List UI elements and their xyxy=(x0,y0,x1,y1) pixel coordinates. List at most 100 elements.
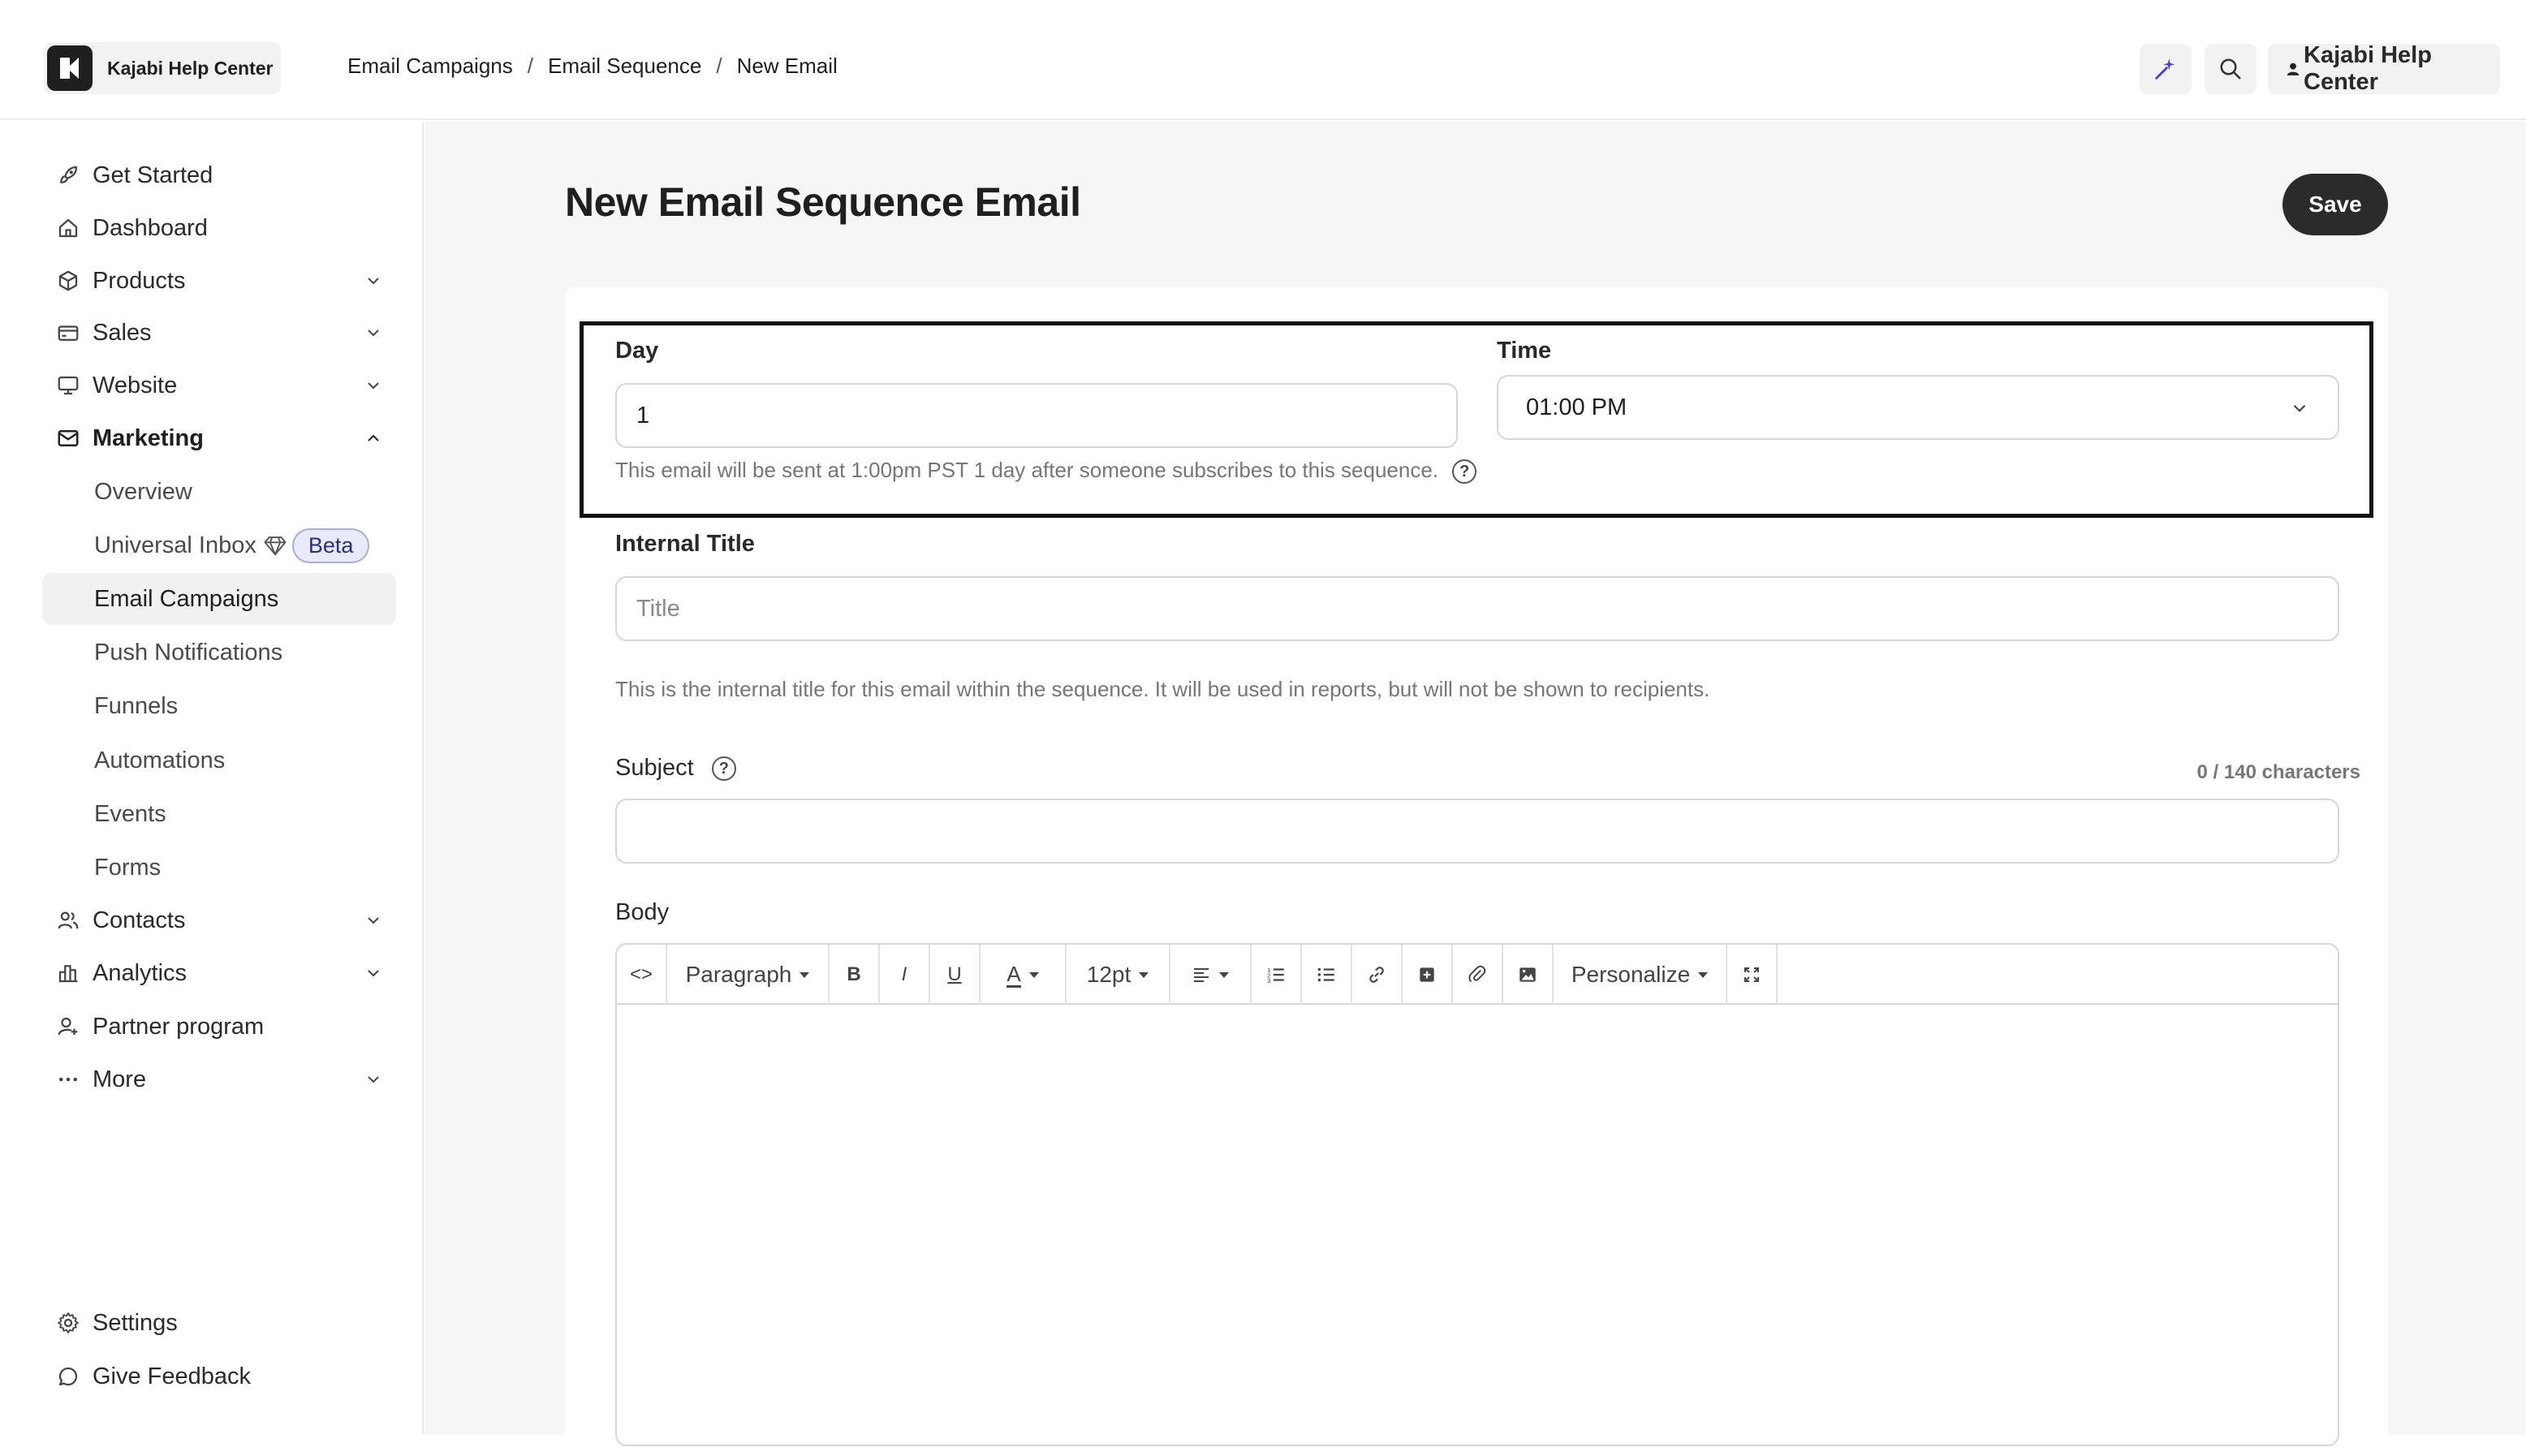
attachment-button[interactable] xyxy=(1453,945,1503,1005)
paragraph-format-dropdown[interactable]: Paragraph xyxy=(667,945,830,1005)
day-input[interactable]: 1 xyxy=(615,383,1458,448)
caret-down-icon xyxy=(1219,971,1229,978)
link-icon xyxy=(1369,967,1384,983)
ordered-list-icon: 123 xyxy=(1267,967,1284,984)
plus-square-icon xyxy=(1420,967,1434,982)
time-select[interactable]: 01:00 PM xyxy=(1497,375,2339,440)
ai-assistant-button[interactable] xyxy=(2140,44,2192,94)
help-icon[interactable]: ? xyxy=(1452,459,1477,485)
search-button[interactable] xyxy=(2205,44,2257,94)
personalize-label: Personalize xyxy=(1571,962,1691,987)
schedule-help-label: This email will be sent at 1:00pm PST 1 … xyxy=(615,458,1439,482)
time-select-value: 01:00 PM xyxy=(1526,394,1627,420)
body-label: Body xyxy=(615,899,670,925)
personalize-dropdown[interactable]: Personalize xyxy=(1554,945,1727,1005)
gear-icon xyxy=(55,1310,81,1336)
sidebar-subitem-funnels[interactable]: Funnels xyxy=(42,680,396,732)
box-icon xyxy=(55,268,81,294)
sidebar-subitem-push-notifications[interactable]: Push Notifications xyxy=(42,627,396,678)
sidebar-item-marketing[interactable]: Marketing xyxy=(42,412,396,464)
sidebar-item-label: Settings xyxy=(93,1309,178,1336)
editor-content-area[interactable] xyxy=(617,1006,2338,1445)
bold-icon: B xyxy=(847,963,861,985)
internal-title-input[interactable]: Title xyxy=(615,576,2339,641)
sidebar-item-dashboard[interactable]: Dashboard xyxy=(42,202,396,254)
sidebar-subitem-email-campaigns[interactable]: Email Campaigns xyxy=(42,573,396,625)
internal-title-label: Internal Title xyxy=(615,531,755,557)
sidebar-item-website[interactable]: Website xyxy=(42,360,396,411)
account-menu[interactable]: Kajabi Help Center xyxy=(2268,42,2500,95)
search-icon xyxy=(2220,58,2241,80)
text-color-button[interactable]: A xyxy=(981,945,1067,1005)
credit-card-icon xyxy=(55,320,81,346)
link-button[interactable] xyxy=(1352,945,1403,1005)
sidebar-item-analytics[interactable]: Analytics xyxy=(42,947,396,999)
paragraph-format-label: Paragraph xyxy=(685,962,792,987)
save-button[interactable]: Save xyxy=(2282,174,2388,235)
sidebar-item-label: Sales xyxy=(93,319,152,346)
sidebar: Get Started Dashboard Products Sales Web… xyxy=(16,122,424,1435)
main-content: New Email Sequence Email Save Day 1 Time… xyxy=(425,122,2526,1456)
fullscreen-button[interactable] xyxy=(1727,945,1778,1005)
sidebar-item-sales[interactable]: Sales xyxy=(42,307,396,359)
user-icon xyxy=(2287,62,2300,75)
bold-button[interactable]: B xyxy=(830,945,880,1005)
breadcrumb: Email Campaigns / Email Sequence / New E… xyxy=(347,54,838,79)
sidebar-item-contacts[interactable]: Contacts xyxy=(42,894,396,946)
bullet-list-button[interactable] xyxy=(1302,945,1352,1005)
body-editor[interactable]: <> Paragraph B I U A 12pt 123 Personaliz… xyxy=(615,943,2339,1446)
beta-badge: Beta xyxy=(291,528,370,563)
align-left-icon xyxy=(1194,968,1209,982)
font-size-dropdown[interactable]: 12pt xyxy=(1067,945,1170,1005)
sidebar-item-products[interactable]: Products xyxy=(42,255,396,307)
kajabi-logo-icon xyxy=(47,45,93,91)
top-bar: Kajabi Help Center Email Campaigns / Ema… xyxy=(0,0,2526,120)
rocket-icon xyxy=(55,162,81,188)
svg-text:3: 3 xyxy=(1267,977,1270,984)
sidebar-item-partner-program[interactable]: Partner program xyxy=(42,1001,396,1053)
sidebar-subitem-events[interactable]: Events xyxy=(42,788,396,840)
sidebar-item-label: Partner program xyxy=(93,1013,265,1040)
subject-input[interactable] xyxy=(615,799,2339,864)
sidebar-item-give-feedback[interactable]: Give Feedback xyxy=(42,1350,396,1402)
sidebar-item-label: Contacts xyxy=(93,907,186,933)
align-dropdown[interactable] xyxy=(1170,945,1252,1005)
chevron-down-icon xyxy=(368,278,379,285)
underline-button[interactable]: U xyxy=(930,945,981,1005)
sparkle-icon xyxy=(2155,58,2175,80)
sidebar-item-get-started[interactable]: Get Started xyxy=(42,149,396,201)
caret-down-icon xyxy=(800,971,810,978)
sidebar-subitem-label: Overview xyxy=(94,478,192,505)
more-horizontal-icon xyxy=(55,1066,81,1092)
insert-block-button[interactable] xyxy=(1403,945,1453,1005)
sidebar-item-more[interactable]: More xyxy=(42,1053,396,1105)
mail-icon xyxy=(55,425,81,451)
sidebar-subitem-label: Push Notifications xyxy=(94,639,283,666)
breadcrumb-email-campaigns[interactable]: Email Campaigns xyxy=(347,54,513,79)
paperclip-icon xyxy=(1468,965,1486,983)
diamond-icon xyxy=(264,536,287,556)
sidebar-subitem-label: Forms xyxy=(94,854,162,881)
sidebar-item-settings[interactable]: Settings xyxy=(42,1297,396,1349)
code-icon: <> xyxy=(629,963,653,985)
brand-switcher[interactable]: Kajabi Help Center xyxy=(44,42,281,94)
sidebar-subitem-overview[interactable]: Overview xyxy=(42,466,396,518)
chevron-down-icon xyxy=(2293,404,2306,412)
italic-button[interactable]: I xyxy=(880,945,930,1005)
chevron-up-icon xyxy=(368,434,379,442)
ordered-list-button[interactable]: 123 xyxy=(1252,945,1302,1005)
time-label: Time xyxy=(1497,338,1552,364)
breadcrumb-email-sequence[interactable]: Email Sequence xyxy=(548,54,701,79)
expand-icon xyxy=(1744,967,1759,982)
sidebar-subitem-label: Email Campaigns xyxy=(94,585,279,612)
breadcrumb-separator: / xyxy=(527,54,533,78)
subject-label-text: Subject xyxy=(615,755,694,781)
source-code-button[interactable]: <> xyxy=(617,945,667,1005)
sidebar-subitem-universal-inbox[interactable]: Universal Inbox Beta xyxy=(42,519,396,571)
chevron-down-icon xyxy=(368,1076,379,1083)
image-button[interactable] xyxy=(1503,945,1554,1005)
bullet-list-icon xyxy=(1317,967,1334,982)
help-icon[interactable]: ? xyxy=(711,756,736,782)
sidebar-subitem-forms[interactable]: Forms xyxy=(42,842,396,894)
sidebar-subitem-automations[interactable]: Automations xyxy=(42,734,396,786)
